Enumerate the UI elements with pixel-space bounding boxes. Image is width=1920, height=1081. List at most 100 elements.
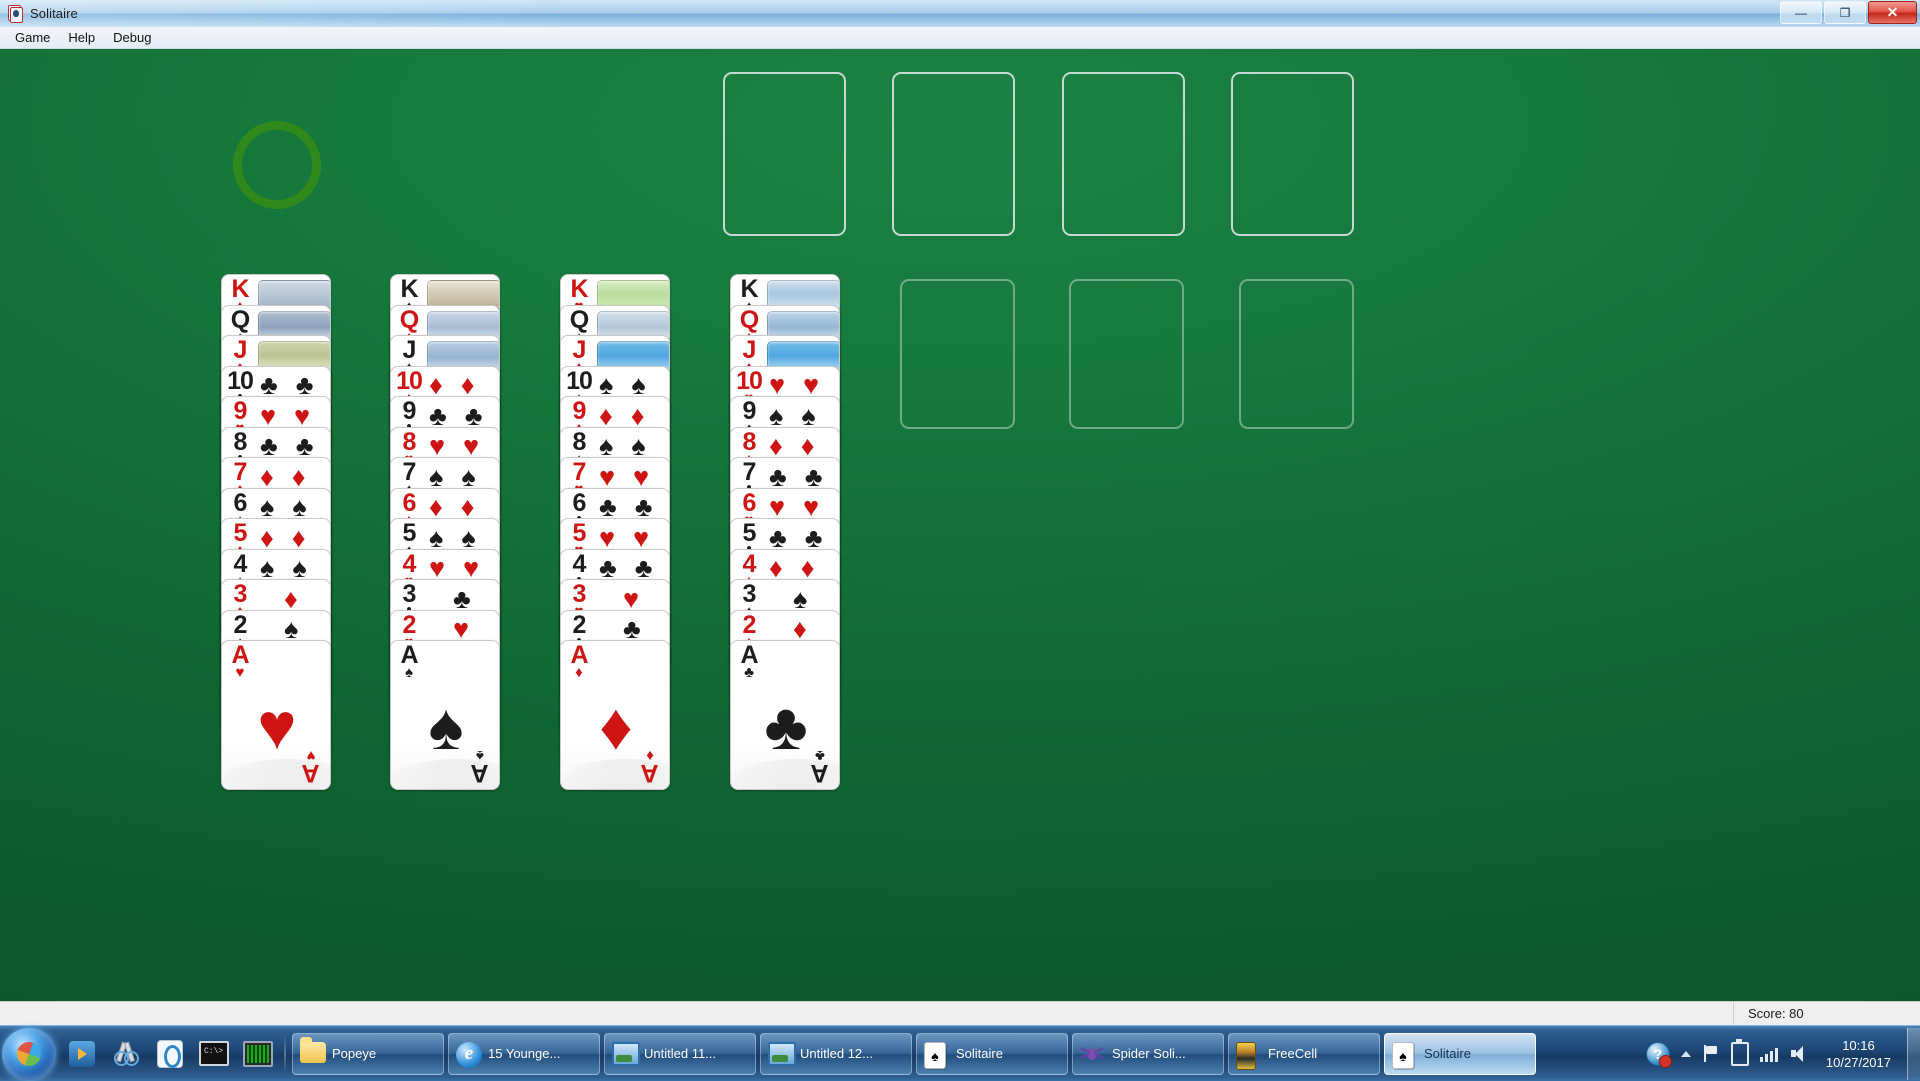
card-A♠[interactable]: A ♠ ♠ A ♠ [390, 640, 500, 790]
action-center-icon[interactable] [1645, 1041, 1672, 1068]
volume-speaker-icon[interactable] [1790, 1045, 1809, 1062]
windows-live-writer-icon[interactable] [150, 1034, 190, 1074]
show-desktop-button[interactable] [1907, 1027, 1920, 1080]
menu-game[interactable]: Game [6, 28, 59, 47]
command-prompt-icon [199, 1041, 229, 1066]
spider-solitaire-icon [1080, 1042, 1104, 1066]
card-suit-icon: ♣ [769, 522, 787, 553]
card-suit-icon: ♠ [292, 553, 307, 583]
windows-media-player-icon[interactable] [62, 1034, 102, 1074]
foundation-2[interactable] [892, 72, 1015, 236]
freecell-icon [1236, 1041, 1256, 1070]
card-suit-icon: ♦ [800, 431, 815, 461]
tableau-slot-7[interactable] [1239, 279, 1354, 429]
tableau-column-1[interactable]: K♦Q♠J♦10♣♣♣9♥♥♥8♣♣♣7♦♦♦6♠♠♠5♦♦♦4♠♠♠3♦♦2♠… [221, 274, 333, 790]
folder-icon [300, 1036, 326, 1066]
show-hidden-icons-chevron[interactable] [1680, 1050, 1691, 1057]
clock[interactable]: 10:16 10/27/2017 [1820, 1037, 1899, 1071]
taskbar-button-label: Popeye [332, 1046, 377, 1061]
card-suit-icon: ♣ [634, 492, 653, 522]
card-A♣[interactable]: A ♣ ♣ A ♣ [730, 640, 840, 790]
solitaire-window: Solitaire — ❐ ✕ Game Help Debug K♦Q♠J♦10… [0, 0, 1920, 1026]
card-suit-icon: ♠ [284, 614, 299, 644]
taskbar-button-6[interactable]: Spider Soli... [1072, 1032, 1224, 1075]
card-suit-icon: ♠ [631, 431, 646, 461]
card-suit-icon: ♥ [599, 522, 616, 553]
taskbar-button-label: Untitled 12... [800, 1046, 873, 1061]
card-suit-icon: ♠ [428, 689, 464, 764]
card-suit-icon: ♣ [464, 400, 483, 431]
card-corner-index-bottom: A ♦ [637, 747, 663, 787]
picture-icon [612, 1041, 640, 1066]
start-button[interactable] [2, 1027, 56, 1080]
card-suit-icon: ♥ [463, 431, 480, 461]
spider-solitaire-icon [1080, 1042, 1104, 1066]
foundation-3[interactable] [1062, 72, 1185, 236]
system-tray: 10:16 10/27/2017 [1645, 1037, 1907, 1071]
taskbar-button-5[interactable]: ♠ Solitaire [916, 1032, 1068, 1075]
score-label: Score: 80 [1733, 1001, 1920, 1026]
taskbar-button-label: 15 Younge... [488, 1046, 561, 1061]
tableau-column-2[interactable]: K♠Q♦J♠10♦♦♦9♣♣♣8♥♥♥7♠♠♠6♦♦♦5♠♠♠4♥♥♥3♣♣2♥… [390, 274, 502, 790]
solitaire-card-icon: ♠ [924, 1041, 948, 1069]
card-suit-icon: ♣ [295, 370, 314, 400]
taskbar-button-2[interactable]: 15 Younge... [448, 1032, 600, 1075]
windows-media-player-icon [69, 1040, 95, 1067]
clock-time: 10:16 [1842, 1037, 1875, 1053]
card-suit-icon: ♦ [793, 614, 807, 644]
card-suit-icon: ♥ [260, 400, 277, 431]
taskbar-button-label: Untitled 11... [644, 1046, 717, 1061]
window-controls: — ❐ ✕ [1780, 0, 1920, 24]
card-suit-icon: ♠ [461, 522, 476, 553]
freecell-icon [1236, 1041, 1260, 1070]
card-suit-icon: ♦ [291, 522, 306, 553]
card-suit-icon: ♥ [599, 461, 616, 492]
menu-help[interactable]: Help [59, 28, 104, 47]
flag-icon[interactable] [1702, 1044, 1720, 1063]
tableau-slot-6[interactable] [1069, 279, 1184, 429]
card-suit-icon: ♠ [631, 370, 646, 400]
card-suit-icon: ♣ [599, 492, 617, 522]
tableau-column-4[interactable]: K♠Q♦J♦10♥♥♥9♠♠♠8♦♦♦7♣♣♣6♥♥♥5♣♣♣4♦♦♦3♠♠2♦… [730, 274, 842, 790]
solitaire-card-icon [6, 5, 23, 23]
internet-explorer-icon [456, 1041, 482, 1068]
card-suit-icon: ♥ [769, 492, 786, 522]
taskbar-button-8[interactable]: ♠ Solitaire [1384, 1032, 1536, 1075]
snipping-tool-icon [113, 1041, 139, 1066]
maximize-button[interactable]: ❐ [1824, 1, 1866, 24]
empty-stock-ring[interactable] [233, 121, 321, 209]
card-suit-icon: ♦ [769, 553, 783, 583]
tableau-column-3[interactable]: K♥Q♠J♦10♠♠♠9♦♦♦8♠♠♠7♥♥♥6♣♣♣5♥♥♥4♣♣♣3♥♥2♣… [560, 274, 672, 790]
taskbar-buttons: Popeye 15 Younge... Untitled 11... Untitled… [292, 1032, 1540, 1075]
card-suit-icon: ♦ [429, 370, 443, 400]
card-suit-icon: ♦ [260, 461, 274, 492]
taskbar-button-1[interactable]: Popeye [292, 1032, 444, 1075]
snipping-tool-icon[interactable] [106, 1034, 146, 1074]
foundation-1[interactable] [723, 72, 846, 236]
card-suit-icon: ♦ [769, 431, 783, 461]
close-button[interactable]: ✕ [1868, 1, 1917, 24]
foundation-4[interactable] [1231, 72, 1354, 236]
windows-live-writer-icon [157, 1039, 183, 1068]
minimize-button[interactable]: — [1780, 1, 1822, 24]
card-suit-icon: ♣ [260, 370, 278, 400]
solitaire-card-icon: ♠ [1392, 1041, 1416, 1069]
taskbar-button-3[interactable]: Untitled 11... [604, 1032, 756, 1075]
system-monitor-icon [243, 1040, 273, 1067]
card-A♦[interactable]: A ♦ ♦ A ♦ [560, 640, 670, 790]
card-A♥[interactable]: A ♥ ♥ A ♥ [221, 640, 331, 790]
card-suit-icon: ♦ [284, 583, 298, 614]
network-signal-icon[interactable] [1759, 1046, 1780, 1062]
taskbar-button-4[interactable]: Untitled 12... [760, 1032, 912, 1075]
picture-icon [768, 1041, 796, 1066]
tableau-slot-5[interactable] [900, 279, 1015, 429]
card-suit-icon: ♥ [803, 492, 820, 522]
menu-debug[interactable]: Debug [104, 28, 160, 47]
card-suit-icon: ♠ [599, 370, 614, 400]
taskbar-button-7[interactable]: FreeCell [1228, 1032, 1380, 1075]
card-suit-icon: ♥ [257, 689, 297, 764]
command-prompt-icon[interactable] [194, 1034, 234, 1074]
system-monitor-icon[interactable] [238, 1034, 278, 1074]
picture-icon [612, 1041, 640, 1066]
usb-device-icon[interactable] [1730, 1038, 1749, 1066]
